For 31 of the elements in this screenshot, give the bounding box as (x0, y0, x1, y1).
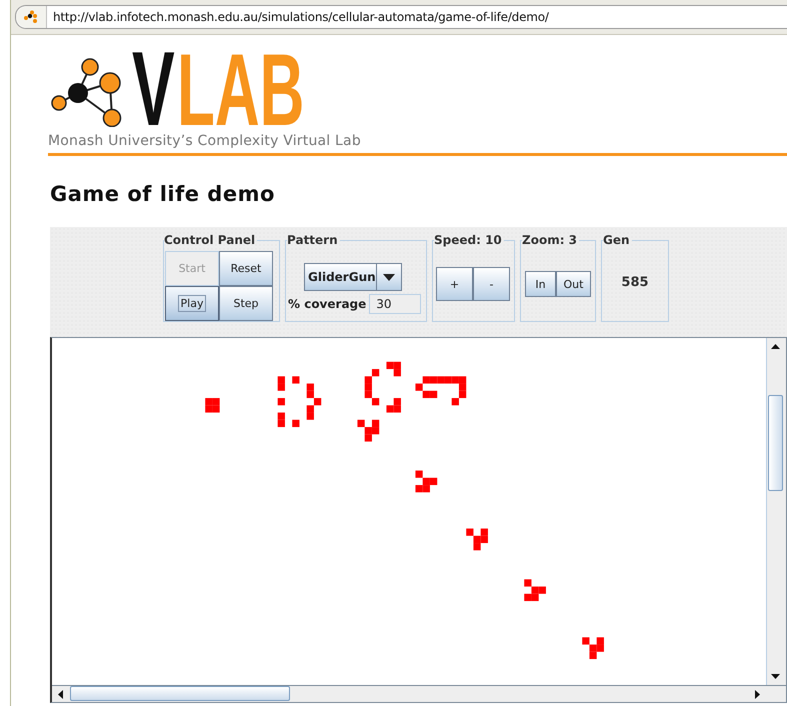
control-button[interactable]: Reset (219, 251, 273, 286)
generation-count: 585 (620, 275, 650, 290)
dropdown-arrow-icon (383, 274, 395, 280)
coverage-input[interactable]: 30 (369, 294, 422, 314)
group-title: Gen (603, 233, 631, 247)
speed-button[interactable]: - (473, 267, 510, 301)
address-field[interactable]: http://vlab.infotech.monash.edu.au/simulations/cellular-automata/game-of-life/demo/ (15, 5, 787, 29)
scroll-left-icon (58, 690, 63, 698)
scroll-thumb[interactable] (70, 686, 290, 701)
logo-wordmark: LAB (177, 49, 304, 129)
page-title: Game of life demo (50, 182, 276, 206)
group-title: Zoom: 3 (522, 233, 578, 247)
scroll-right-icon (755, 690, 760, 698)
vertical-scrollbar[interactable] (766, 338, 784, 685)
control-button[interactable]: Play (165, 286, 219, 321)
scroll-thumb[interactable] (768, 395, 783, 491)
group-title: Control Panel (164, 233, 256, 247)
coverage-label: % coverage (288, 297, 366, 311)
site-icon (23, 10, 39, 24)
speed-button[interactable]: + (436, 267, 473, 301)
scroll-down-icon (771, 674, 780, 679)
scroll-up-icon (771, 344, 780, 349)
group-title: Pattern (287, 233, 339, 247)
zoom-button[interactable]: Out (556, 271, 591, 297)
control-button[interactable]: Step (219, 286, 273, 321)
pattern-dropdown[interactable]: GliderGun (304, 263, 402, 291)
group-title: Speed: 10 (434, 233, 503, 247)
logo-letter: V (132, 49, 175, 129)
tagline: Monash University’s Complexity Virtual Lab (48, 133, 362, 149)
url-text: http://vlab.infotech.monash.edu.au/simulations/cellular-automata/game-of-life/demo/ (52, 10, 549, 24)
zoom-button[interactable]: In (525, 271, 556, 297)
